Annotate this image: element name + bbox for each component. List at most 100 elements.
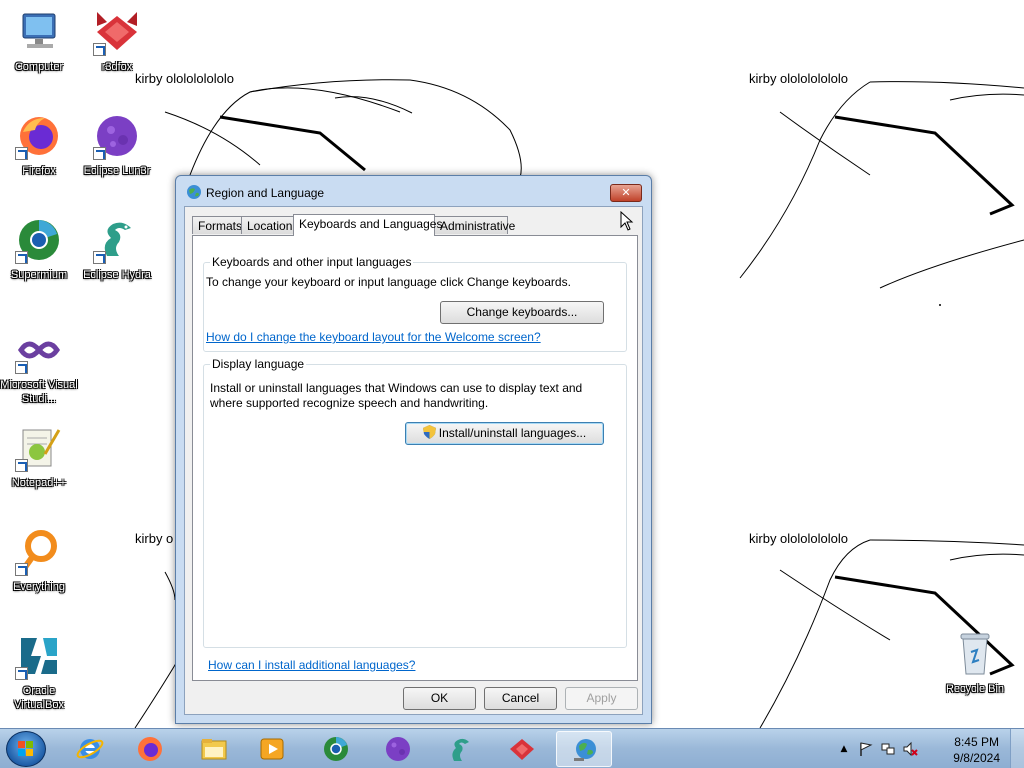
desktop-icon-notepad-plus-plus[interactable]: Notepad++ <box>0 424 78 490</box>
desktop-icon-label: Microsoft Visual Studi... <box>0 379 78 405</box>
welcome-screen-keyboard-help-link[interactable]: How do I change the keyboard layout for … <box>206 330 541 345</box>
keyboards-group: Keyboards and other input languages To c… <box>203 255 627 352</box>
shortcut-arrow-icon <box>15 667 28 680</box>
recycle-bin-icon <box>951 630 999 678</box>
desktop-icon-label: Eclipse Lun3r <box>83 165 151 177</box>
volume-muted-icon[interactable] <box>902 741 918 757</box>
start-button[interactable] <box>6 731 46 767</box>
show-desktop-button[interactable] <box>1010 729 1024 768</box>
keyboards-group-title: Keyboards and other input languages <box>210 255 414 269</box>
r3dfox-icon <box>510 739 534 760</box>
desktop-icon-label: Computer <box>14 61 64 73</box>
shortcut-arrow-icon <box>15 459 28 472</box>
clock[interactable]: 8:45 PM 9/8/2024 <box>953 734 1000 766</box>
eclipse-icon <box>386 737 410 761</box>
desktop-icon-eclipse-lun3r[interactable]: Eclipse Lun3r <box>78 112 156 178</box>
keyboards-description: To change your keyboard or input languag… <box>206 275 571 289</box>
media-player-icon <box>260 738 284 760</box>
supermium-icon <box>15 216 63 264</box>
desktop-icon-label: Eclipse Hydra <box>83 269 151 281</box>
shortcut-arrow-icon <box>15 361 28 374</box>
internet-explorer-icon <box>76 739 104 759</box>
clock-date: 9/8/2024 <box>953 751 1000 765</box>
apply-button[interactable]: Apply <box>565 687 638 710</box>
supermium-icon <box>324 737 348 761</box>
firefox-icon <box>15 112 63 160</box>
uac-shield-icon <box>422 425 436 439</box>
wallpaper-caption: kirby ololololololo <box>749 71 848 86</box>
virtualbox-icon <box>15 632 63 680</box>
desktop-icon-virtualbox[interactable]: Oracle VirtualBox <box>0 632 78 712</box>
dialog-titlebar[interactable]: Region and Language ✕ <box>176 176 651 206</box>
ok-button[interactable]: OK <box>403 687 476 710</box>
shortcut-arrow-icon <box>15 251 28 264</box>
taskbar-region-and-language[interactable] <box>556 731 612 767</box>
desktop-icon-supermium[interactable]: Supermium <box>0 216 78 282</box>
region-language-icon <box>574 739 596 761</box>
display-language-group-title: Display language <box>210 357 307 371</box>
desktop-icon-label: Firefox <box>22 165 56 177</box>
eclipse-hydra-icon <box>93 216 141 264</box>
desktop-icon-everything[interactable]: Everything <box>0 528 78 594</box>
firefox-icon <box>138 737 162 761</box>
tab-location[interactable]: Location <box>241 216 294 234</box>
desktop-icon-label: Oracle VirtualBox <box>14 685 64 711</box>
install-uninstall-languages-label: Install/uninstall languages... <box>438 426 587 440</box>
shortcut-arrow-icon <box>15 563 28 576</box>
change-keyboards-button[interactable]: Change keyboards... <box>440 301 604 324</box>
desktop-icon-label: Recycle Bin <box>945 683 1005 695</box>
network-icon[interactable] <box>880 741 896 757</box>
install-additional-languages-help-link[interactable]: How can I install additional languages? <box>208 658 415 673</box>
taskbar-eclipse[interactable] <box>370 731 426 767</box>
action-center-flag-icon[interactable] <box>858 741 874 757</box>
tab-panel-keyboards-and-languages: Keyboards and other input languages To c… <box>192 235 638 681</box>
windows-logo-icon <box>18 741 33 756</box>
dialog-client-area: Formats Location Keyboards and Languages… <box>184 206 643 715</box>
install-uninstall-languages-button[interactable]: Install/uninstall languages... <box>405 422 604 445</box>
notepad-plus-plus-icon <box>15 424 63 472</box>
taskbar-eclipse-hydra[interactable] <box>432 731 488 767</box>
close-button[interactable]: ✕ <box>610 184 642 202</box>
tab-keyboards-and-languages[interactable]: Keyboards and Languages <box>293 214 442 236</box>
shortcut-arrow-icon <box>93 251 106 264</box>
show-hidden-icons-button[interactable]: ▲ <box>836 741 852 757</box>
system-tray: ▲ 8:45 PM 9/8/2024 <box>834 729 1024 768</box>
clock-time: 8:45 PM <box>954 735 999 749</box>
taskbar-supermium[interactable] <box>308 731 364 767</box>
shortcut-arrow-icon <box>93 43 106 56</box>
display-language-description-line1: Install or uninstall languages that Wind… <box>210 381 583 395</box>
desktop-icon-recycle-bin[interactable]: Recycle Bin <box>936 630 1014 696</box>
visual-studio-icon <box>15 326 63 374</box>
taskbar-file-explorer[interactable] <box>186 731 242 767</box>
taskbar: ▲ 8:45 PM 9/8/2024 <box>0 728 1024 768</box>
desktop-icon-visual-studio[interactable]: Microsoft Visual Studi... <box>0 326 78 406</box>
desktop-icon-label: Notepad++ <box>11 477 67 489</box>
taskbar-r3dfox[interactable] <box>494 731 550 767</box>
display-language-group: Display language Install or uninstall la… <box>203 357 627 648</box>
display-language-description-line2: where supported recognize speech and han… <box>210 396 489 410</box>
desktop-icon-eclipse-hydra[interactable]: Eclipse Hydra <box>78 216 156 282</box>
globe-icon <box>186 184 202 200</box>
desktop-icon-firefox[interactable]: Firefox <box>0 112 78 178</box>
eclipse-icon <box>93 112 141 160</box>
eclipse-hydra-icon <box>452 738 469 761</box>
wallpaper-caption: kirby ololololololo <box>749 531 848 546</box>
tab-formats[interactable]: Formats <box>192 216 242 234</box>
taskbar-internet-explorer[interactable] <box>62 731 118 767</box>
taskbar-media-player[interactable] <box>244 731 300 767</box>
computer-icon <box>15 8 63 56</box>
r3dfox-icon <box>93 8 141 56</box>
desktop-icon-computer[interactable]: Computer <box>0 8 78 74</box>
taskbar-firefox[interactable] <box>122 731 178 767</box>
desktop-icon-r3dfox[interactable]: r3dfox <box>78 8 156 74</box>
tab-administrative[interactable]: Administrative <box>434 216 515 234</box>
file-explorer-icon <box>201 739 227 760</box>
shortcut-arrow-icon <box>15 147 28 160</box>
region-and-language-dialog: Region and Language ✕ Formats Location K… <box>175 175 652 724</box>
desktop-icon-label: Supermium <box>10 269 68 281</box>
cancel-button[interactable]: Cancel <box>484 687 557 710</box>
everything-icon <box>15 528 63 576</box>
desktop-icon-label: r3dfox <box>101 61 133 73</box>
desktop-icon-label: Everything <box>13 581 65 593</box>
shortcut-arrow-icon <box>93 147 106 160</box>
